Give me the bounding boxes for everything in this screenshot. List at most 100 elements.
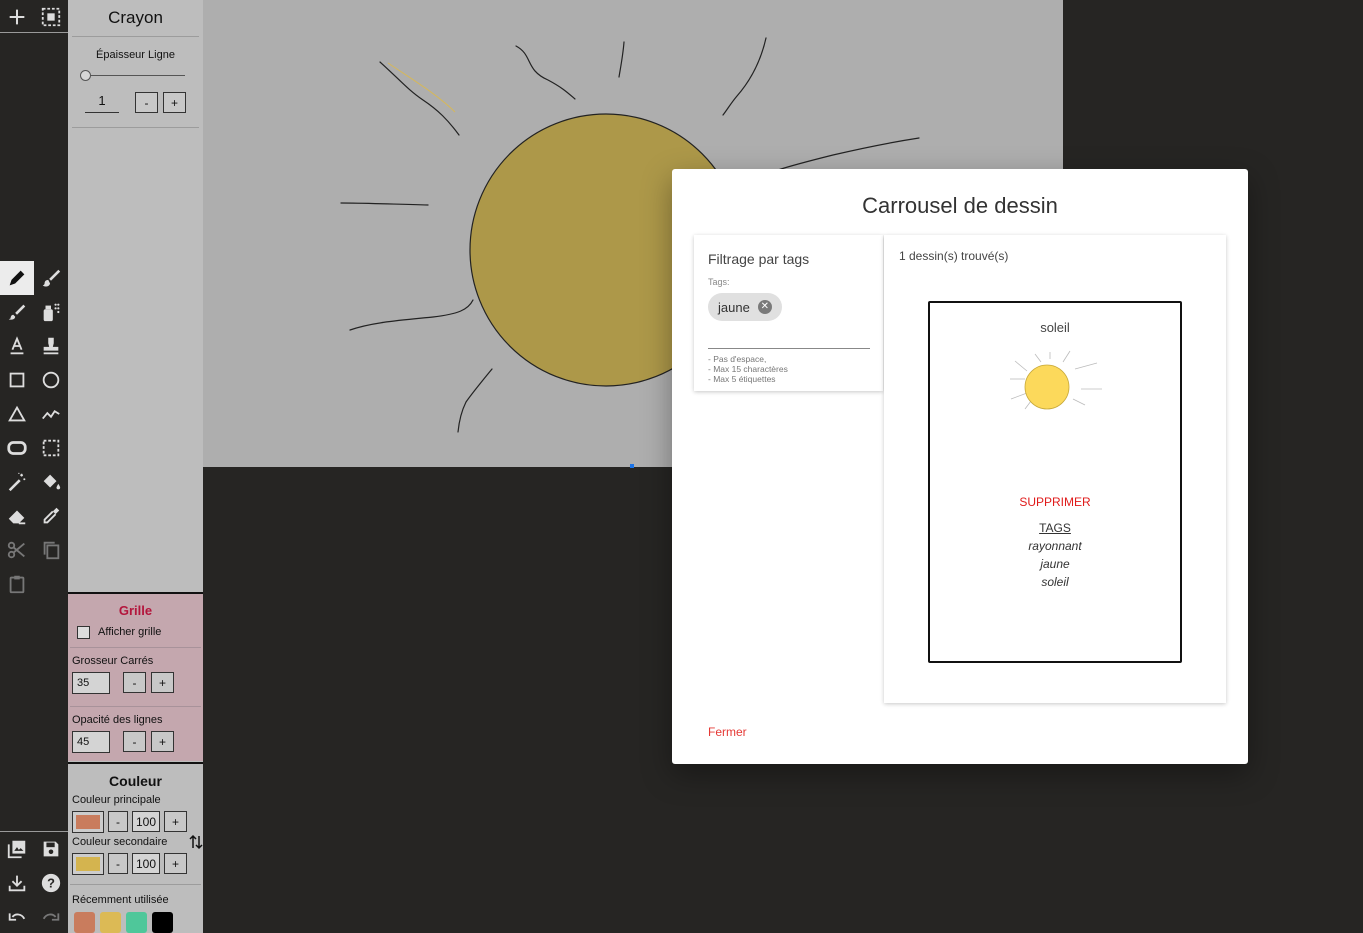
undo-icon <box>8 913 26 921</box>
show-grid-checkbox[interactable] <box>77 626 90 639</box>
tag-hint: - Pas d'espace, <box>708 354 767 364</box>
dialog-title: Carrousel de dessin <box>862 193 1058 218</box>
thickness-increase-button[interactable]: + <box>163 92 186 113</box>
results-card: 1 dessin(s) trouvé(s) soleil SUPPRIMER T… <box>884 235 1226 703</box>
polygon-tool[interactable] <box>0 397 34 431</box>
line-opacity-input[interactable]: 45 <box>72 731 110 753</box>
stamp-icon <box>43 337 59 355</box>
tag-hint: - Max 15 charactères <box>708 364 788 374</box>
secondary-opacity-increase-button[interactable]: + <box>164 853 187 874</box>
drawing-tag: jaune <box>1040 557 1070 571</box>
paintbrush-tool[interactable] <box>0 295 34 329</box>
eyedropper-tool[interactable] <box>34 499 68 533</box>
eraser-tool[interactable] <box>0 499 34 533</box>
show-grid-label: Afficher grille <box>98 626 162 638</box>
tag-input[interactable] <box>708 348 870 349</box>
canvas-resize-handle[interactable] <box>630 464 634 468</box>
recent-color-swatch[interactable] <box>126 912 147 933</box>
paste-tool[interactable] <box>0 567 34 601</box>
remove-tag-icon[interactable]: ✕ <box>757 300 772 314</box>
paint-bucket-tool[interactable] <box>34 465 68 499</box>
rectangle-tool[interactable] <box>0 363 34 397</box>
help-button[interactable]: ? <box>34 866 68 900</box>
line-opacity-decrease-button[interactable]: - <box>123 731 146 752</box>
primary-color-label: Couleur principale <box>72 794 161 806</box>
triangle-icon <box>8 405 26 422</box>
paint-bucket-icon <box>43 474 61 490</box>
selection-tool[interactable] <box>34 431 68 465</box>
brush-tool[interactable] <box>34 261 68 295</box>
text-tool[interactable] <box>0 329 34 363</box>
tag-hint: - Max 5 étiquettes <box>708 374 776 384</box>
tag-hints: - Pas d'espace, - Max 15 charactères - M… <box>708 354 788 384</box>
paintbrush-icon <box>8 304 26 320</box>
cut-tool[interactable] <box>0 533 34 567</box>
svg-text:?: ? <box>47 876 55 891</box>
recent-color-swatch[interactable] <box>100 912 121 933</box>
color-section: Couleur Couleur principale - 100 + Coule… <box>68 762 203 933</box>
primary-color-swatch[interactable] <box>72 811 104 833</box>
secondary-opacity-decrease-button[interactable]: - <box>108 853 128 874</box>
panel-divider <box>72 36 199 37</box>
square-size-input[interactable]: 35 <box>72 672 110 694</box>
select-all-icon <box>41 7 61 27</box>
select-all-button[interactable] <box>34 0 68 34</box>
secondary-opacity-input[interactable]: 100 <box>132 853 160 874</box>
primary-opacity-decrease-button[interactable]: - <box>108 811 128 832</box>
spray-tool[interactable] <box>34 295 68 329</box>
delete-drawing-button[interactable]: SUPPRIMER <box>930 495 1180 509</box>
swap-arrows-icon <box>189 834 203 850</box>
color-divider <box>70 884 201 885</box>
thickness-input[interactable]: 1 <box>85 93 119 113</box>
secondary-color-fill <box>76 857 100 871</box>
thickness-decrease-button[interactable]: - <box>135 92 158 113</box>
primary-color-fill <box>76 815 100 829</box>
rounded-rect-tool[interactable] <box>0 431 34 465</box>
square-size-increase-button[interactable]: + <box>151 672 174 693</box>
secondary-color-swatch[interactable] <box>72 853 104 875</box>
close-dialog-button[interactable]: Fermer <box>708 725 747 739</box>
grid-title: Grille <box>118 603 153 618</box>
spray-icon <box>43 303 60 322</box>
recent-colors-label: Récemment utilisée <box>72 894 169 906</box>
color-title: Couleur <box>109 773 162 789</box>
download-button[interactable] <box>0 866 34 900</box>
circle-icon <box>42 371 60 389</box>
recent-color-swatch[interactable] <box>74 912 95 933</box>
undo-button[interactable] <box>0 900 34 933</box>
new-drawing-button[interactable] <box>0 0 34 34</box>
polyline-tool[interactable] <box>34 397 68 431</box>
thickness-slider-handle[interactable] <box>80 70 91 81</box>
drawing-thumbnail[interactable] <box>1005 349 1105 419</box>
swap-colors-button[interactable] <box>189 833 203 851</box>
line-opacity-label: Opacité des lignes <box>72 714 163 726</box>
eraser-icon <box>8 510 26 525</box>
download-icon <box>8 875 26 892</box>
gallery-icon <box>7 840 26 859</box>
eyedropper-icon <box>43 507 60 524</box>
stamp-tool[interactable] <box>34 329 68 363</box>
primary-opacity-increase-button[interactable]: + <box>164 811 187 832</box>
copy-icon <box>43 541 60 560</box>
panel-divider <box>72 127 199 128</box>
line-opacity-increase-button[interactable]: + <box>151 731 174 752</box>
copy-tool[interactable] <box>34 533 68 567</box>
recent-color-swatch[interactable] <box>152 912 173 933</box>
thickness-slider-track[interactable] <box>85 75 185 76</box>
pencil-tool[interactable] <box>0 261 34 295</box>
ellipse-tool[interactable] <box>34 363 68 397</box>
tag-chip[interactable]: jaune ✕ <box>708 293 782 321</box>
redo-button[interactable] <box>34 900 68 933</box>
drawing-card[interactable]: soleil SUPPRIMER TAGS rayonnant jaune so… <box>928 301 1182 663</box>
tag-chip-label: jaune <box>718 299 750 315</box>
grid-section: Grille Afficher grille Grosseur Carrés 3… <box>68 592 203 761</box>
plus-icon <box>9 9 25 25</box>
magic-wand-tool[interactable] <box>0 465 34 499</box>
primary-opacity-input[interactable]: 100 <box>132 811 160 832</box>
tags-field-label: Tags: <box>708 277 730 287</box>
redo-icon <box>42 913 60 921</box>
save-button[interactable] <box>34 832 68 866</box>
grid-divider <box>70 706 201 707</box>
gallery-button[interactable] <box>0 832 34 866</box>
square-size-decrease-button[interactable]: - <box>123 672 146 693</box>
